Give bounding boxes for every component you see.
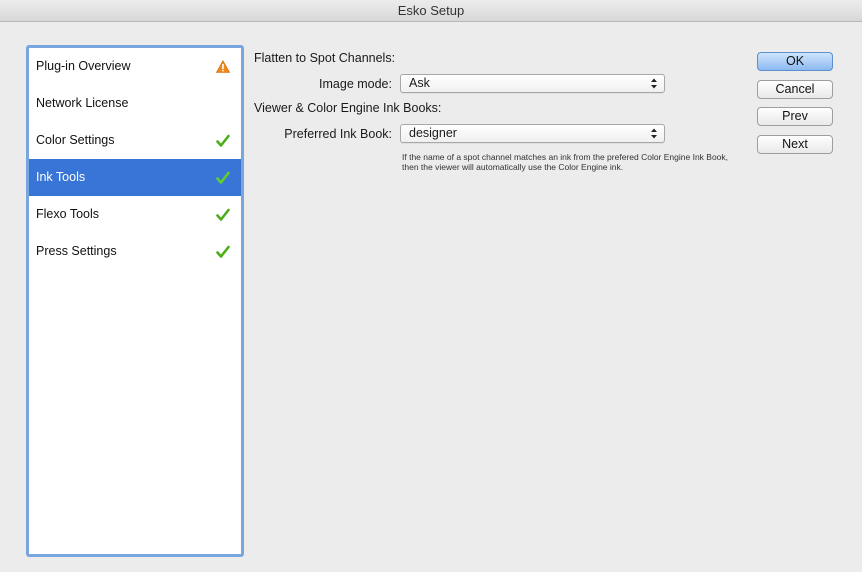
image-mode-value: Ask [409, 76, 430, 90]
ink-book-label: Preferred Ink Book: [284, 127, 392, 141]
window-titlebar: Esko Setup [0, 0, 862, 22]
prev-button[interactable]: Prev [757, 107, 833, 126]
checkmark-icon [215, 122, 231, 159]
sidebar-item-label: Plug-in Overview [36, 59, 131, 73]
chevron-updown-icon [651, 78, 657, 89]
sidebar-item-label: Color Settings [36, 133, 115, 147]
sidebar-item-label: Ink Tools [36, 170, 86, 184]
image-mode-select[interactable]: Ask [400, 74, 665, 93]
window-title: Esko Setup [397, 3, 465, 18]
checkmark-icon [215, 159, 231, 196]
ok-button[interactable]: OK [757, 52, 833, 71]
chevron-updown-icon [651, 128, 657, 139]
sidebar-item-label: Press Settings [36, 244, 117, 258]
next-button[interactable]: Next [757, 135, 833, 154]
image-mode-label: Image mode: [319, 77, 392, 91]
sidebar-item-color-settings[interactable]: Color Settings [29, 122, 241, 159]
sidebar-item-press-settings[interactable]: Press Settings [29, 233, 241, 270]
sidebar-item-label: Network License [36, 96, 129, 110]
sidebar-item-flexo-tools[interactable]: Flexo Tools [29, 196, 241, 233]
ink-book-select[interactable]: designer [400, 124, 665, 143]
sidebar: Plug-in Overview Network License Color S… [26, 45, 244, 557]
flatten-heading: Flatten to Spot Channels: [254, 51, 396, 65]
ink-book-value: designer [409, 126, 457, 140]
sidebar-item-plugin-overview[interactable]: Plug-in Overview [29, 48, 241, 85]
checkmark-icon [215, 196, 231, 233]
viewer-heading: Viewer & Color Engine Ink Books: [254, 101, 442, 115]
checkmark-icon [215, 233, 231, 270]
warning-icon [215, 48, 231, 85]
ink-book-help-text: If the name of a spot channel matches an… [402, 152, 729, 172]
sidebar-item-ink-tools[interactable]: Ink Tools [29, 159, 241, 196]
cancel-button[interactable]: Cancel [757, 80, 833, 99]
sidebar-item-label: Flexo Tools [36, 207, 99, 221]
sidebar-item-network-license[interactable]: Network License [29, 85, 241, 122]
